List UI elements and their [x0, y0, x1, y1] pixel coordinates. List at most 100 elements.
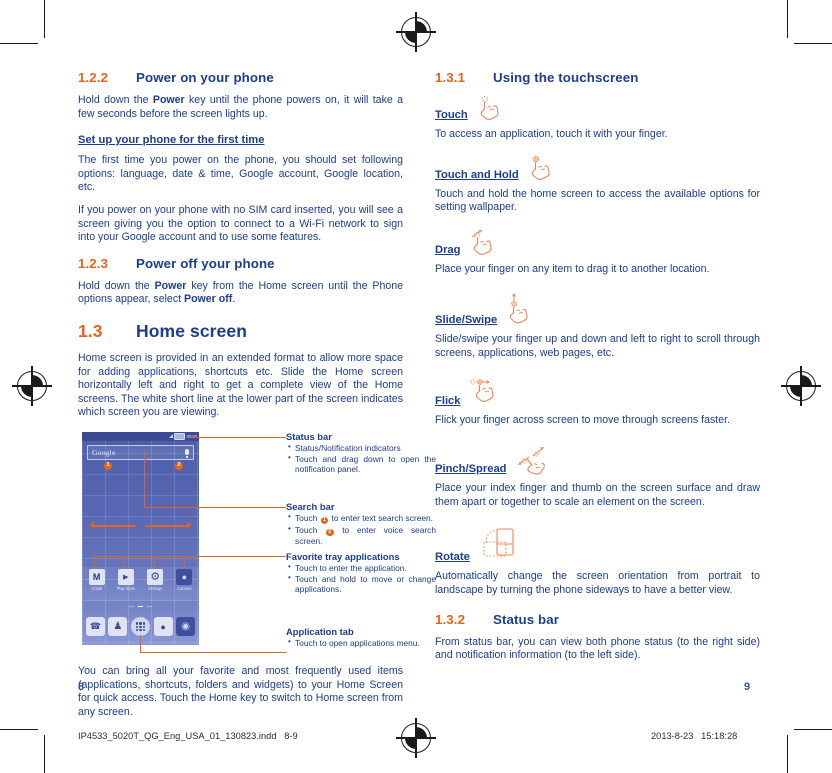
gesture-label: Flick	[435, 394, 461, 407]
registration-mark-top	[396, 12, 436, 52]
crop-mark-bottom-left-v	[44, 735, 46, 773]
phone-icon[interactable]: ☎	[85, 617, 105, 637]
favorite-app-label: Gmail	[91, 585, 102, 591]
play-store-icon: ▶	[117, 568, 134, 585]
callout-item: Touch 2 to enter voice search screen.	[288, 524, 436, 547]
google-search-bar[interactable]: Google	[87, 444, 194, 460]
callout-item: Touch and hold to move or change applica…	[288, 573, 436, 594]
swipe-right-arrow	[145, 522, 192, 528]
paragraph-first-time: The first time you power on the phone, y…	[78, 154, 403, 194]
heading-number: 1.3.1	[435, 70, 466, 85]
crop-mark-top-left-v	[44, 0, 46, 38]
gesture-label: Slide/Swipe	[435, 314, 498, 327]
callout-item: Touch to open applications menu.	[288, 637, 436, 648]
paragraph-closing: You can bring all your favorite and most…	[78, 664, 403, 718]
touch-hand-icon	[480, 95, 499, 120]
callout-list: Touch 1 to enter text search screen. Tou…	[286, 512, 436, 547]
paragraph-home-screen: Home screen is provided in an extended f…	[78, 351, 403, 419]
gesture-pinch-spread: Pinch/Spread	[435, 445, 760, 475]
callout-favorite-tray: Favorite tray applications Touch to ente…	[286, 551, 436, 595]
signal-icon	[168, 434, 173, 439]
favorite-app-gmail[interactable]: M Gmail	[84, 568, 109, 591]
messages-icon[interactable]: ●	[153, 617, 173, 637]
footer-timestamp: 2013-8-23 15:18:28	[651, 731, 738, 741]
callout-search-bar: Search bar Touch 1 to enter text search …	[286, 501, 436, 547]
gesture-slide-swipe: Slide/Swipe	[435, 292, 760, 326]
right-page-column: 1.3.1 Using the touchscreen Touch To acce…	[435, 70, 760, 672]
gesture-label: Touch	[435, 109, 468, 121]
gesture-label: Pinch/Spread	[435, 463, 507, 476]
callout-item: Status/Notification indicators	[288, 442, 436, 453]
swipe-left-arrow	[89, 522, 136, 528]
gesture-label: Touch and Hold	[435, 168, 519, 181]
favorite-app-label: Settings	[147, 585, 163, 591]
callout-item: Touch and drag down to open the notifica…	[288, 453, 436, 474]
text-fragment: to enter text search screen.	[329, 512, 434, 523]
heading-title: Power off your phone	[136, 255, 275, 271]
callout-list: Touch to enter the application. Touch an…	[286, 562, 436, 594]
gesture-label: Drag	[435, 243, 461, 256]
leader-status-bar	[191, 436, 286, 439]
heading-title: Using the touchscreen	[493, 70, 639, 85]
gesture-pinch-description: Place your index finger and thumb on the…	[435, 482, 760, 508]
gesture-label: Rotate	[435, 551, 470, 564]
callout-item: Touch to enter the application.	[288, 562, 436, 573]
text-fragment: .	[232, 293, 236, 306]
left-page-column: 1.2.2 Power on your phone Hold down the P…	[78, 70, 436, 728]
google-logo-text: Google	[92, 447, 116, 457]
gesture-touch-description: To access an application, touch it with …	[435, 128, 668, 140]
heading-1-2-2: 1.2.2 Power on your phone	[78, 70, 403, 85]
leader-app-tab-h	[140, 651, 286, 654]
leader-app-tab-v	[140, 634, 142, 653]
leader-fav-tray-3	[154, 555, 156, 567]
microphone-icon[interactable]	[185, 449, 189, 459]
crop-mark-bottom-left-h	[0, 729, 38, 731]
gesture-slide-description: Slide/swipe your finger up and down and …	[435, 333, 760, 359]
battery-icon	[174, 432, 185, 440]
heading-number: 1.2.3	[78, 255, 109, 271]
app-drawer-icon[interactable]	[130, 617, 150, 637]
flick-hand-icon	[470, 378, 494, 402]
pinch-spread-hand-icon	[517, 447, 545, 475]
crop-mark-top-left-h	[0, 43, 38, 45]
home-screen-page-indicator	[82, 605, 199, 607]
touch-and-hold-hand-icon	[531, 155, 550, 180]
browser-icon[interactable]: ◉	[176, 617, 196, 637]
phone-status-bar: 00:00	[82, 431, 199, 441]
bold-power-off: Power off	[184, 293, 233, 306]
page-number-left: 8	[78, 681, 85, 693]
crop-mark-top-right-h	[794, 43, 832, 45]
page-dot-active	[138, 605, 143, 607]
paragraph-power-off: Hold down the Power key from the Home sc…	[78, 280, 403, 307]
inline-badge-1: 1	[320, 516, 329, 525]
gmail-icon: M	[88, 568, 105, 585]
callout-item: Touch 1 to enter text search screen.	[288, 512, 436, 525]
callout-application-tab: Application tab Touch to open applicatio…	[286, 626, 436, 649]
favorite-tray: M Gmail ▶ Play Store ⚙ Settings ● Camera	[82, 566, 199, 601]
registration-mark-right	[781, 366, 821, 406]
leader-fav-tray-h	[94, 555, 286, 558]
favorite-app-play-store[interactable]: ▶ Play Store	[113, 568, 138, 591]
favorite-app-camera[interactable]: ● Camera	[172, 568, 197, 591]
slide-swipe-hand-icon	[509, 293, 528, 324]
heading-1-3-2: 1.3.2 Status bar	[435, 612, 760, 627]
callout-list: Status/Notification indicators Touch and…	[286, 442, 436, 474]
heading-number: 1.2.2	[78, 70, 109, 85]
paragraph-status-bar: From status bar, you can view both phone…	[435, 635, 760, 662]
callout-title: Search bar	[286, 500, 335, 512]
callout-badge-1: 1	[104, 461, 112, 470]
footer-filename: IP4533_5020T_QG_Eng_USA_01_130823.indd 8…	[78, 731, 298, 741]
registration-mark-left	[12, 366, 52, 406]
contacts-icon[interactable]: ♟	[108, 617, 128, 637]
favorite-app-label: Play Store	[116, 585, 136, 591]
gesture-drag: Drag	[435, 228, 760, 256]
leader-search-bar-v	[144, 450, 146, 508]
bold-power: Power	[152, 94, 185, 106]
inline-badge-2: 2	[326, 528, 334, 537]
rotate-phone-icon	[483, 528, 514, 557]
heading-1-2-3: 1.2.3 Power off your phone	[78, 256, 403, 271]
heading-number: 1.3	[78, 320, 103, 341]
callout-badge-2: 2	[175, 461, 183, 470]
gesture-rotate: Rotate	[435, 527, 760, 563]
favorite-app-settings[interactable]: ⚙ Settings	[143, 568, 168, 591]
